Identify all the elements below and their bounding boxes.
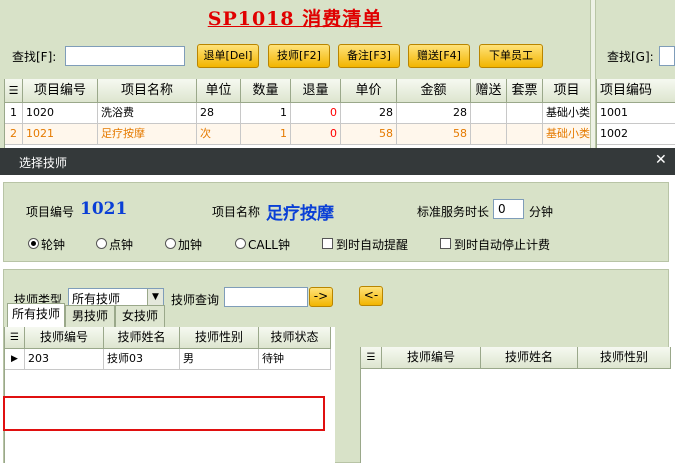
row-selector-icon: ☰: [361, 347, 382, 369]
col-header[interactable]: 单位: [197, 79, 241, 103]
remove-arrow-button[interactable]: <-: [359, 286, 383, 306]
add-arrow-button[interactable]: ->: [309, 287, 333, 307]
consumption-list-window: SP1018 消费清单 查找[F]: 退单[Del] 技师[F2] 备注[F3]…: [0, 0, 675, 148]
close-icon[interactable]: ✕: [655, 152, 667, 168]
radio-icon: [165, 238, 176, 249]
tech-query-label: 技师查询: [171, 293, 220, 307]
checkbox-icon: [440, 238, 451, 249]
col-header[interactable]: 技师性别: [578, 347, 671, 369]
selected-tech-table: ☰ 技师编号 技师姓名 技师性别: [360, 347, 671, 463]
row-selector-icon: ☰: [5, 327, 25, 349]
item-info-panel: 项目编号 1021 项目名称 足疗按摩 标准服务时长 0 分钟 轮钟 点钟 加钟…: [3, 182, 669, 262]
col-header[interactable]: 技师姓名: [481, 347, 578, 369]
col-header[interactable]: 套票: [507, 79, 543, 103]
right-search-input[interactable]: [659, 46, 675, 66]
row-selector-icon: ☰: [5, 79, 23, 103]
col-header[interactable]: 项目名称: [98, 79, 197, 103]
col-header[interactable]: 技师姓名: [104, 327, 180, 349]
search-label: 查找[F]:: [12, 50, 57, 64]
col-header[interactable]: 技师编号: [25, 327, 104, 349]
window-title: SP1018 消费清单: [207, 8, 383, 30]
col-header[interactable]: 赠送: [471, 79, 507, 103]
radio-icon: [96, 238, 107, 249]
col-header[interactable]: 技师状态: [259, 327, 331, 349]
remark-button[interactable]: 备注[F3]: [338, 44, 400, 68]
col-header[interactable]: 退量: [291, 79, 341, 103]
row-pointer-icon: ▶: [5, 349, 25, 370]
duration-input[interactable]: 0: [493, 199, 524, 219]
col-header[interactable]: 技师编号: [382, 347, 481, 369]
tech-button[interactable]: 技师[F2]: [268, 44, 330, 68]
item-code-label: 项目编号: [26, 205, 75, 219]
item-code-value: 1021: [80, 199, 128, 219]
radio-icon: [235, 238, 246, 249]
col-header[interactable]: 单价: [341, 79, 397, 103]
tab-all-techs[interactable]: 所有技师: [7, 303, 65, 327]
dialog-body: 项目编号 1021 项目名称 足疗按摩 标准服务时长 0 分钟 轮钟 点钟 加钟…: [0, 175, 675, 463]
tech-selection-panel: 技师类型 所有技师 ▼ 技师查询 -> <- 所有技师 男技师 女技师 ☰ 技师…: [3, 269, 671, 463]
col-header[interactable]: 项目编号: [23, 79, 98, 103]
select-tech-dialog: 选择技师 ✕ 项目编号 1021 项目名称 足疗按摩 标准服务时长 0 分钟 轮…: [0, 148, 675, 463]
radio-icon: [28, 238, 39, 249]
tech-query-input[interactable]: [224, 287, 308, 307]
item-name-label: 项目名称: [212, 205, 261, 219]
dialog-titlebar[interactable]: 选择技师 ✕: [0, 148, 675, 175]
tab-male-techs[interactable]: 男技师: [65, 305, 115, 327]
consumption-table: ☰ 项目编号 项目名称 单位 数量 退量 单价 金额 赠送 套票 项目 1 10…: [4, 79, 591, 148]
window-divider[interactable]: [590, 0, 596, 148]
search-input[interactable]: [65, 46, 185, 66]
tech-list-table: ☰ 技师编号 技师姓名 技师性别 技师状态 ▶ 203 技师03 男 待钟: [4, 327, 335, 463]
right-item-table: 项目编码 1001 1002: [596, 79, 675, 148]
duration-unit: 分钟: [529, 205, 554, 219]
col-header[interactable]: 数量: [241, 79, 291, 103]
col-header[interactable]: 项目编码: [597, 79, 675, 103]
chevron-down-icon: ▼: [147, 289, 163, 306]
refund-button[interactable]: 退单[Del]: [197, 44, 259, 68]
order-staff-button[interactable]: 下单员工: [479, 44, 543, 68]
checkbox-icon: [322, 238, 333, 249]
right-search-label: 查找[G]:: [607, 50, 654, 64]
tab-female-techs[interactable]: 女技师: [115, 305, 165, 327]
dialog-title: 选择技师: [19, 156, 68, 170]
col-header[interactable]: 项目: [543, 79, 591, 103]
col-header[interactable]: 金额: [397, 79, 471, 103]
highlight-box: [3, 396, 325, 431]
list-item[interactable]: 1001: [597, 103, 675, 124]
item-name-value: 足疗按摩: [266, 204, 334, 224]
gift-button[interactable]: 赠送[F4]: [408, 44, 470, 68]
duration-label: 标准服务时长: [417, 205, 490, 219]
col-header[interactable]: 技师性别: [180, 327, 259, 349]
list-item[interactable]: 1002: [597, 124, 675, 145]
